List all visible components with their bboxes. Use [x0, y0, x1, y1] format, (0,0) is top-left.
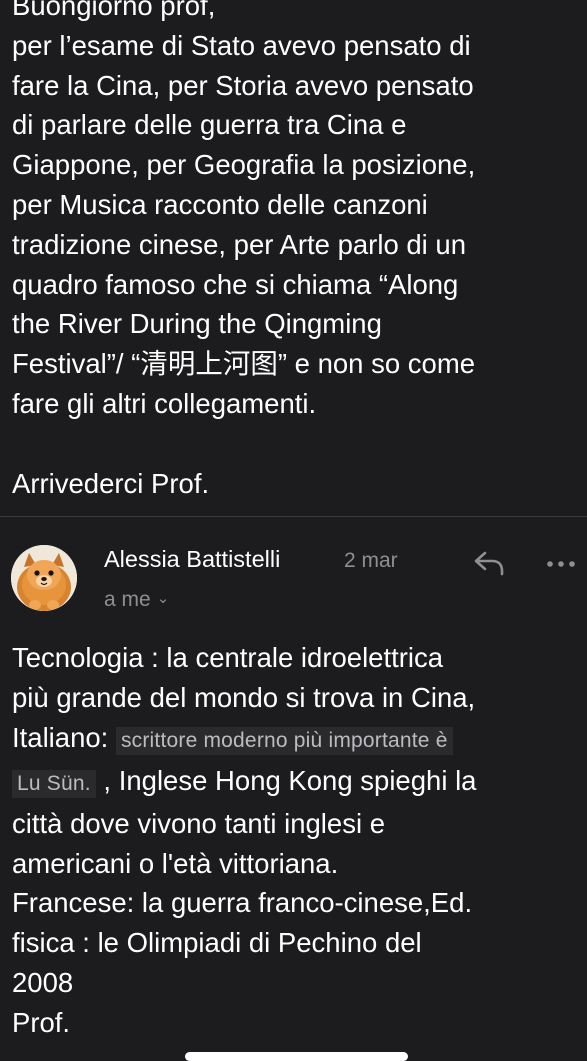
recipient-toggle[interactable]: a me ⌄ [104, 588, 169, 612]
message-date: 2 mar [344, 549, 398, 572]
previous-message-line: quadro famoso che si chiama “Along [12, 268, 459, 300]
message-line: Tecnologia : la centrale idroelettrica [12, 642, 444, 673]
previous-message-line: Giappone, per Geografia la posizione, [12, 149, 476, 181]
message-line: più grande del mondo si trova in Cina, [12, 681, 476, 713]
message-line: città dove vivono tanti inglesi e [12, 807, 385, 839]
previous-message-line: per l’esame di Stato avevo pensato di [12, 29, 471, 61]
previous-message-line: fare la Cina, per Storia avevo pensato [12, 69, 474, 101]
message-line: Italiano: scrittore moderno più importan… [12, 718, 578, 761]
previous-message-line: di parlare delle guerra tra Cina e [12, 109, 407, 141]
message-line: Prof. [12, 1007, 71, 1039]
message-line: 2008 [12, 967, 74, 999]
previous-message-line: per Musica racconto delle canzoni [12, 188, 428, 220]
sender-name[interactable]: Alessia Battistelli [104, 546, 280, 573]
previous-message-closing: Arrivederci Prof. [12, 467, 210, 499]
message-line: Lu Sün. , Inglese Hong Kong spieghi la [12, 761, 578, 804]
previous-message-line: Buongiorno prof, [12, 0, 216, 21]
message-line: Francese: la guerra franco-cinese,Ed. [12, 887, 473, 919]
more-dots-icon[interactable] [545, 554, 577, 574]
pomeranian-dog-avatar[interactable] [11, 545, 77, 611]
highlighted-text: Lu Sün. [12, 769, 96, 798]
chevron-down-icon: ⌄ [156, 590, 170, 607]
message-line: fisica : le Olimpiadi di Pechino del [12, 927, 422, 959]
message-divider [0, 516, 587, 517]
recipient-label: a me [104, 588, 151, 611]
message-line: americani o l'età vittoriana. [12, 847, 339, 879]
message-text: Italiano: [12, 721, 116, 753]
highlighted-text: scrittore moderno più importante è [115, 726, 453, 755]
previous-message-line: fare gli altri collegamenti. [12, 387, 317, 419]
reply-arrow-icon[interactable] [472, 549, 506, 577]
previous-message-body: Buongiorno prof, per l’esame di Stato av… [12, 0, 578, 503]
previous-message-line: Festival”/ “清明上河图” e non so come [12, 348, 476, 380]
message-body: Tecnologia : la centrale idroelettrica p… [12, 638, 578, 1043]
message-text: , Inglese Hong Kong spieghi la [95, 764, 477, 796]
previous-message-line: the River During the Qingming [12, 308, 382, 340]
previous-message-line: tradizione cinese, per Arte parlo di un [12, 228, 467, 260]
home-indicator[interactable] [185, 1052, 408, 1061]
